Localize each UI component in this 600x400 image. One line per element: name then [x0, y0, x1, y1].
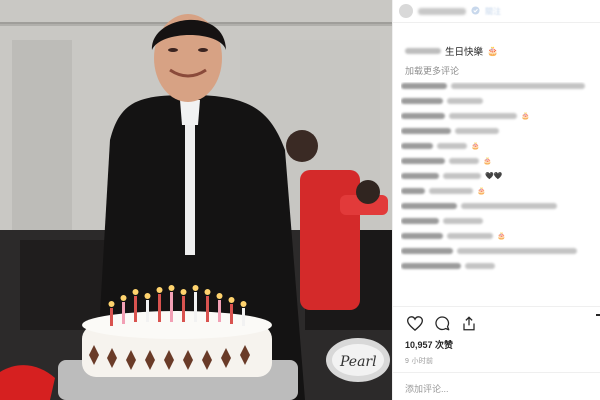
caption-username[interactable]	[405, 48, 441, 54]
heart-icon[interactable]	[407, 315, 423, 331]
birthday-photo: Pearl	[0, 0, 392, 400]
comment-username[interactable]	[401, 143, 433, 149]
comment-emoji: 🖤🖤	[485, 173, 503, 180]
comment-text	[447, 233, 493, 239]
comment-row: 🎂	[401, 142, 591, 150]
comment-username[interactable]	[401, 98, 443, 104]
add-comment-input[interactable]: 添加评论...	[393, 372, 600, 400]
comment-text	[443, 218, 483, 224]
comment-text	[449, 158, 479, 164]
bookmark-icon[interactable]	[595, 314, 600, 329]
svg-text:Pearl: Pearl	[339, 354, 377, 370]
comment-row: 🎂	[401, 187, 591, 195]
post-photo[interactable]: Pearl	[0, 0, 392, 400]
comment-text	[449, 113, 517, 119]
comment-text	[461, 203, 557, 209]
post-viewer: Pearl 關注 生日快樂 🎂 加载更多评论 🎂 🎂 🎂 🖤🖤 🎂 🎂 10,9…	[0, 0, 600, 400]
comment-text	[437, 143, 467, 149]
comment-username[interactable]	[401, 83, 447, 89]
comment-row	[401, 262, 591, 270]
load-more-comments[interactable]: 加载更多评论	[405, 64, 459, 77]
comment-username[interactable]	[401, 113, 445, 119]
comment-text	[447, 98, 483, 104]
comment-username[interactable]	[401, 218, 439, 224]
caption-text: 生日快樂	[445, 47, 484, 58]
comment-text	[429, 188, 473, 194]
comment-username[interactable]	[401, 263, 461, 269]
post-caption: 生日快樂 🎂	[405, 44, 498, 58]
comment-username[interactable]	[401, 188, 425, 194]
comment-text	[457, 248, 577, 254]
avatar[interactable]	[399, 4, 413, 18]
comment-emoji: 🎂	[477, 188, 486, 195]
comment-row	[401, 247, 591, 255]
comment-row: 🖤🖤	[401, 172, 591, 180]
comment-row	[401, 127, 591, 135]
post-header: 關注	[393, 0, 600, 23]
comment-username[interactable]	[401, 173, 439, 179]
post-side-panel: 關注 生日快樂 🎂 加载更多评论 🎂 🎂 🎂 🖤🖤 🎂 🎂 10,957 次赞 …	[392, 0, 600, 400]
comment-row	[401, 82, 591, 90]
comment-username[interactable]	[401, 128, 451, 134]
comment-emoji: 🎂	[521, 113, 530, 120]
follow-button[interactable]: 關注	[485, 6, 501, 17]
comment-text	[455, 128, 499, 134]
comment-row	[401, 217, 591, 225]
like-count[interactable]: 10,957 次赞	[405, 338, 453, 351]
comment-username[interactable]	[401, 203, 457, 209]
author-username[interactable]	[418, 7, 466, 15]
comment-row: 🎂	[401, 157, 591, 165]
comment-text	[451, 83, 585, 89]
comment-username[interactable]	[401, 233, 443, 239]
comment-text	[465, 263, 495, 269]
comment-username[interactable]	[401, 248, 453, 254]
comment-row: 🎂	[401, 112, 591, 120]
comment-row	[401, 202, 591, 210]
comment-icon[interactable]	[435, 315, 450, 331]
comment-emoji: 🎂	[483, 158, 492, 165]
comment-list: 🎂 🎂 🎂 🖤🖤 🎂 🎂	[401, 82, 591, 304]
share-icon[interactable]	[462, 315, 476, 331]
comment-emoji: 🎂	[497, 233, 506, 240]
comment-row: 🎂	[401, 232, 591, 240]
comment-emoji: 🎂	[471, 143, 480, 150]
cake-emoji: 🎂	[487, 45, 499, 56]
post-actions: 10,957 次赞 9 小时前	[393, 306, 600, 365]
comment-username[interactable]	[401, 158, 445, 164]
verified-icon	[471, 2, 480, 20]
post-time: 9 小时前	[405, 358, 434, 365]
comment-row	[401, 97, 591, 105]
comment-text	[443, 173, 481, 179]
